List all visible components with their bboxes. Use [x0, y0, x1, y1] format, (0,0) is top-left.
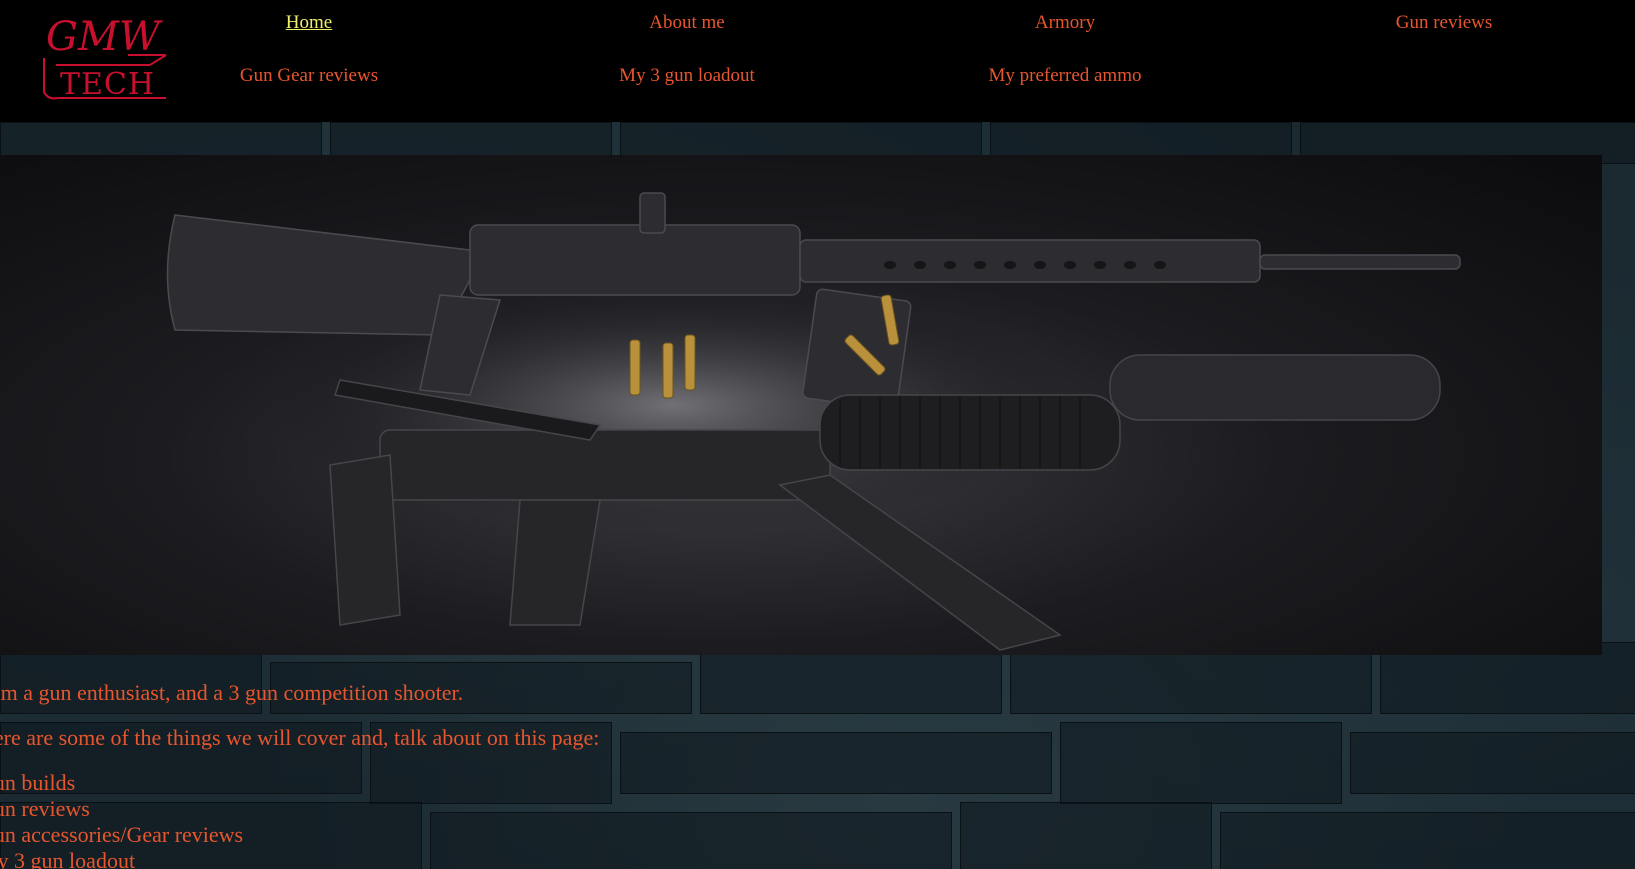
lead-text: Here are some of the things we will cove… — [0, 725, 600, 750]
nav-about-link[interactable]: About me — [649, 12, 724, 34]
nav-gear-reviews-link[interactable]: Gun Gear reviews — [240, 65, 378, 87]
page: GMW TECH Home About me Armory Gun review… — [0, 0, 1635, 869]
topic-item: Gun builds — [0, 770, 76, 795]
intro-text: I am a gun enthusiast, and a 3 gun compe… — [0, 680, 464, 705]
topic-item: Gun reviews — [0, 796, 90, 821]
nav-home-link[interactable]: Home — [286, 12, 332, 34]
hero-rifles-image — [0, 155, 1602, 655]
nav-gun-reviews-link[interactable]: Gun reviews — [1396, 12, 1493, 34]
svg-text:GMW: GMW — [46, 14, 163, 60]
topic-item: Gun accessories/Gear reviews — [0, 822, 244, 847]
nav-ammo-link[interactable]: My preferred ammo — [989, 65, 1142, 87]
site-header: GMW TECH Home About me Armory Gun review… — [0, 0, 1635, 122]
topic-item: My 3 gun loadout — [0, 848, 136, 869]
gmw-tech-logo[interactable]: GMW TECH — [38, 10, 168, 102]
nav-armory-link[interactable]: Armory — [1035, 12, 1095, 34]
nav-loadout-link[interactable]: My 3 gun loadout — [619, 65, 755, 87]
svg-text:TECH: TECH — [60, 67, 155, 102]
